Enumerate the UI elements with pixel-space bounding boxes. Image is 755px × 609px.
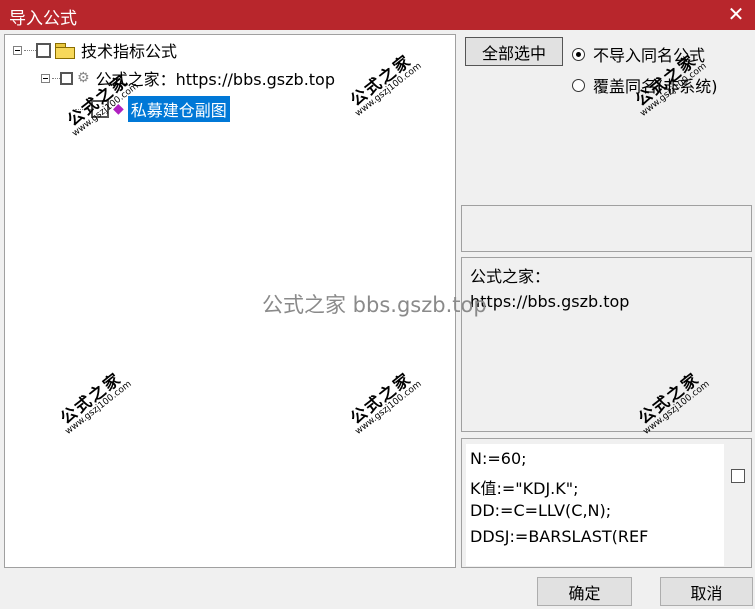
collapse-icon[interactable] <box>13 45 22 55</box>
window-title: 导入公式 <box>9 9 77 29</box>
collapse-icon[interactable] <box>41 73 50 83</box>
tree-root-label: 技术指标公式 <box>81 42 178 61</box>
code-line: K值:="KDJ.K"; <box>470 479 579 498</box>
title-bar: 导入公式 ✕ <box>0 0 755 30</box>
code-line: DD:=C=LLV(C,N); <box>470 501 612 520</box>
description-line1: 公式之家： <box>470 267 551 286</box>
tree-connector <box>52 77 60 79</box>
radio-button[interactable] <box>572 78 585 92</box>
code-line: N:=60; <box>470 449 527 468</box>
folder-icon <box>55 42 75 59</box>
code-line: DDSJ:=BARSLAST(REF <box>470 527 649 546</box>
description-box: 公式之家： https://bbs.gszb.top <box>461 257 752 432</box>
tree-node-root[interactable]: 技术指标公式 <box>13 38 177 62</box>
cancel-button[interactable]: 取消 <box>660 577 753 606</box>
code-checkbox[interactable] <box>731 469 745 483</box>
tree-connector <box>24 49 36 51</box>
select-all-button[interactable]: 全部选中 <box>465 37 563 66</box>
close-icon[interactable]: ✕ <box>725 2 747 26</box>
group-checkbox[interactable] <box>60 71 73 85</box>
ok-button[interactable]: 确定 <box>537 577 632 606</box>
code-preview[interactable]: N:=60; K值:="KDJ.K"; DD:=C=LLV(C,N); DDSJ… <box>466 444 724 566</box>
center-watermark: 公式之家 bbs.gszb.top <box>262 293 487 317</box>
tree-item-label[interactable]: 私募建仓副图 <box>127 96 230 122</box>
formula-name-box <box>461 205 752 252</box>
root-checkbox[interactable] <box>36 42 51 58</box>
tree-node-group[interactable]: ⚙ 公式之家：https://bbs.gszb.top <box>41 66 335 90</box>
description-line2: https://bbs.gszb.top <box>470 292 630 311</box>
radio-button-checked[interactable] <box>572 47 585 61</box>
gear-icon: ⚙ <box>77 70 90 86</box>
